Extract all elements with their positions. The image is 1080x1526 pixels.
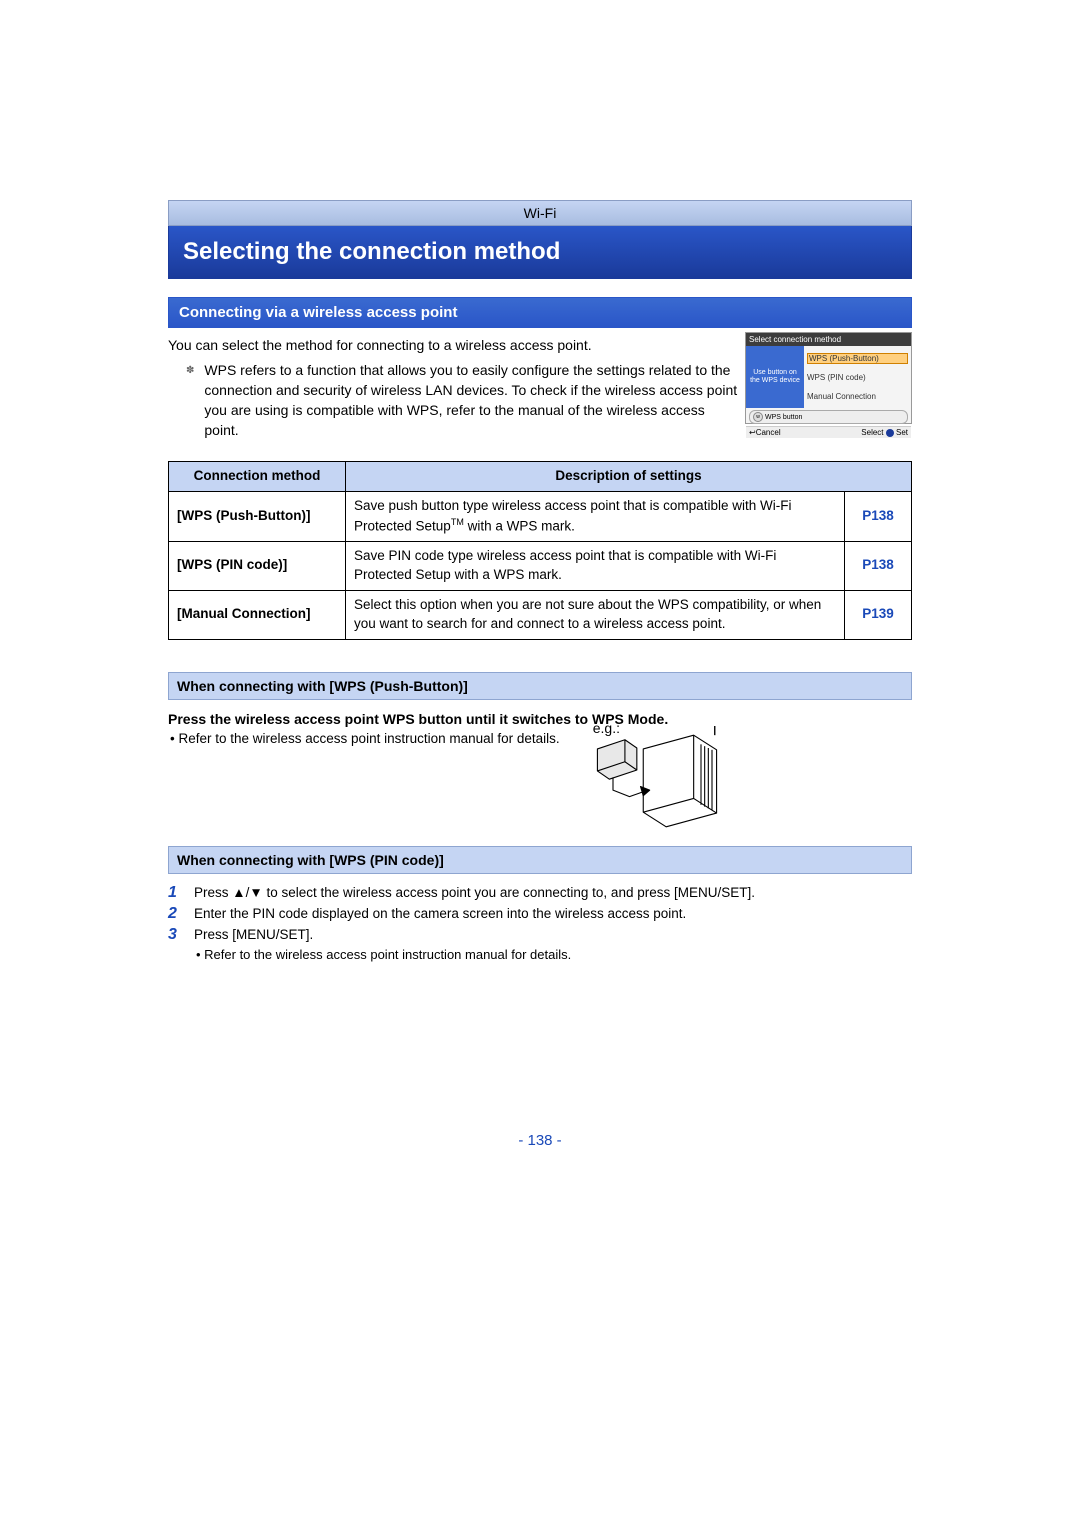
chapter-header: Wi-Fi [168,200,912,226]
section-subtitle: Connecting via a wireless access point [168,297,912,328]
ui-thumb-option: WPS (PIN code) [807,373,908,382]
push-button-bullet: Refer to the wireless access point instr… [168,731,912,746]
table-row: [WPS (Push-Button)] Save push button typ… [169,491,912,541]
router-illustration [590,726,724,836]
table-row: [Manual Connection] Select this option w… [169,590,912,639]
step-item: Press ▲/▼ to select the wireless access … [168,884,912,903]
ui-thumb-option-selected: WPS (Push-Button) [807,353,908,364]
method-name: [Manual Connection] [169,590,346,639]
ui-screenshot-thumb: Select connection method Use button on t… [745,332,912,424]
footnote-marker-icon [168,360,194,441]
method-desc: Save PIN code type wireless access point… [346,541,845,590]
ui-thumb-wps-button: w WPS button [749,410,908,424]
pin-code-heading: When connecting with [WPS (PIN code)] [168,846,912,874]
tm-symbol: TM [451,517,464,527]
pin-sub-bullet: Refer to the wireless access point instr… [194,947,912,962]
method-name: [WPS (PIN code)] [169,541,346,590]
wps-circle-icon: w [753,412,763,422]
step-item: Enter the PIN code displayed on the came… [168,905,912,924]
page-ref-link[interactable]: P138 [845,541,912,590]
method-desc: Select this option when you are not sure… [346,590,845,639]
page-title: Selecting the connection method [168,226,912,279]
page-number: - 138 - [168,1132,912,1149]
method-desc: Save push button type wireless access po… [346,491,845,541]
page-ref-link[interactable]: P139 [845,590,912,639]
table-head-method: Connection method [169,461,346,491]
dpad-icon [886,429,894,437]
ui-thumb-left-panel: Use button on the WPS device [746,346,804,408]
push-button-heading: When connecting with [WPS (Push-Button)] [168,672,912,700]
ui-thumb-option: Manual Connection [807,392,908,401]
ui-thumb-title: Select connection method [746,333,911,346]
page-ref-link[interactable]: P138 [845,491,912,541]
method-name: [WPS (Push-Button)] [169,491,346,541]
table-head-desc: Description of settings [346,461,912,491]
ui-thumb-select: Select Set [861,428,908,437]
table-row: [WPS (PIN code)] Save PIN code type wire… [169,541,912,590]
connection-methods-table: Connection method Description of setting… [168,461,912,640]
step-item: Press [MENU/SET]. [168,926,912,945]
pin-code-steps: Press ▲/▼ to select the wireless access … [168,884,912,945]
updown-icon: ▲/▼ [232,885,262,900]
ui-thumb-cancel: Cancel [749,428,781,437]
